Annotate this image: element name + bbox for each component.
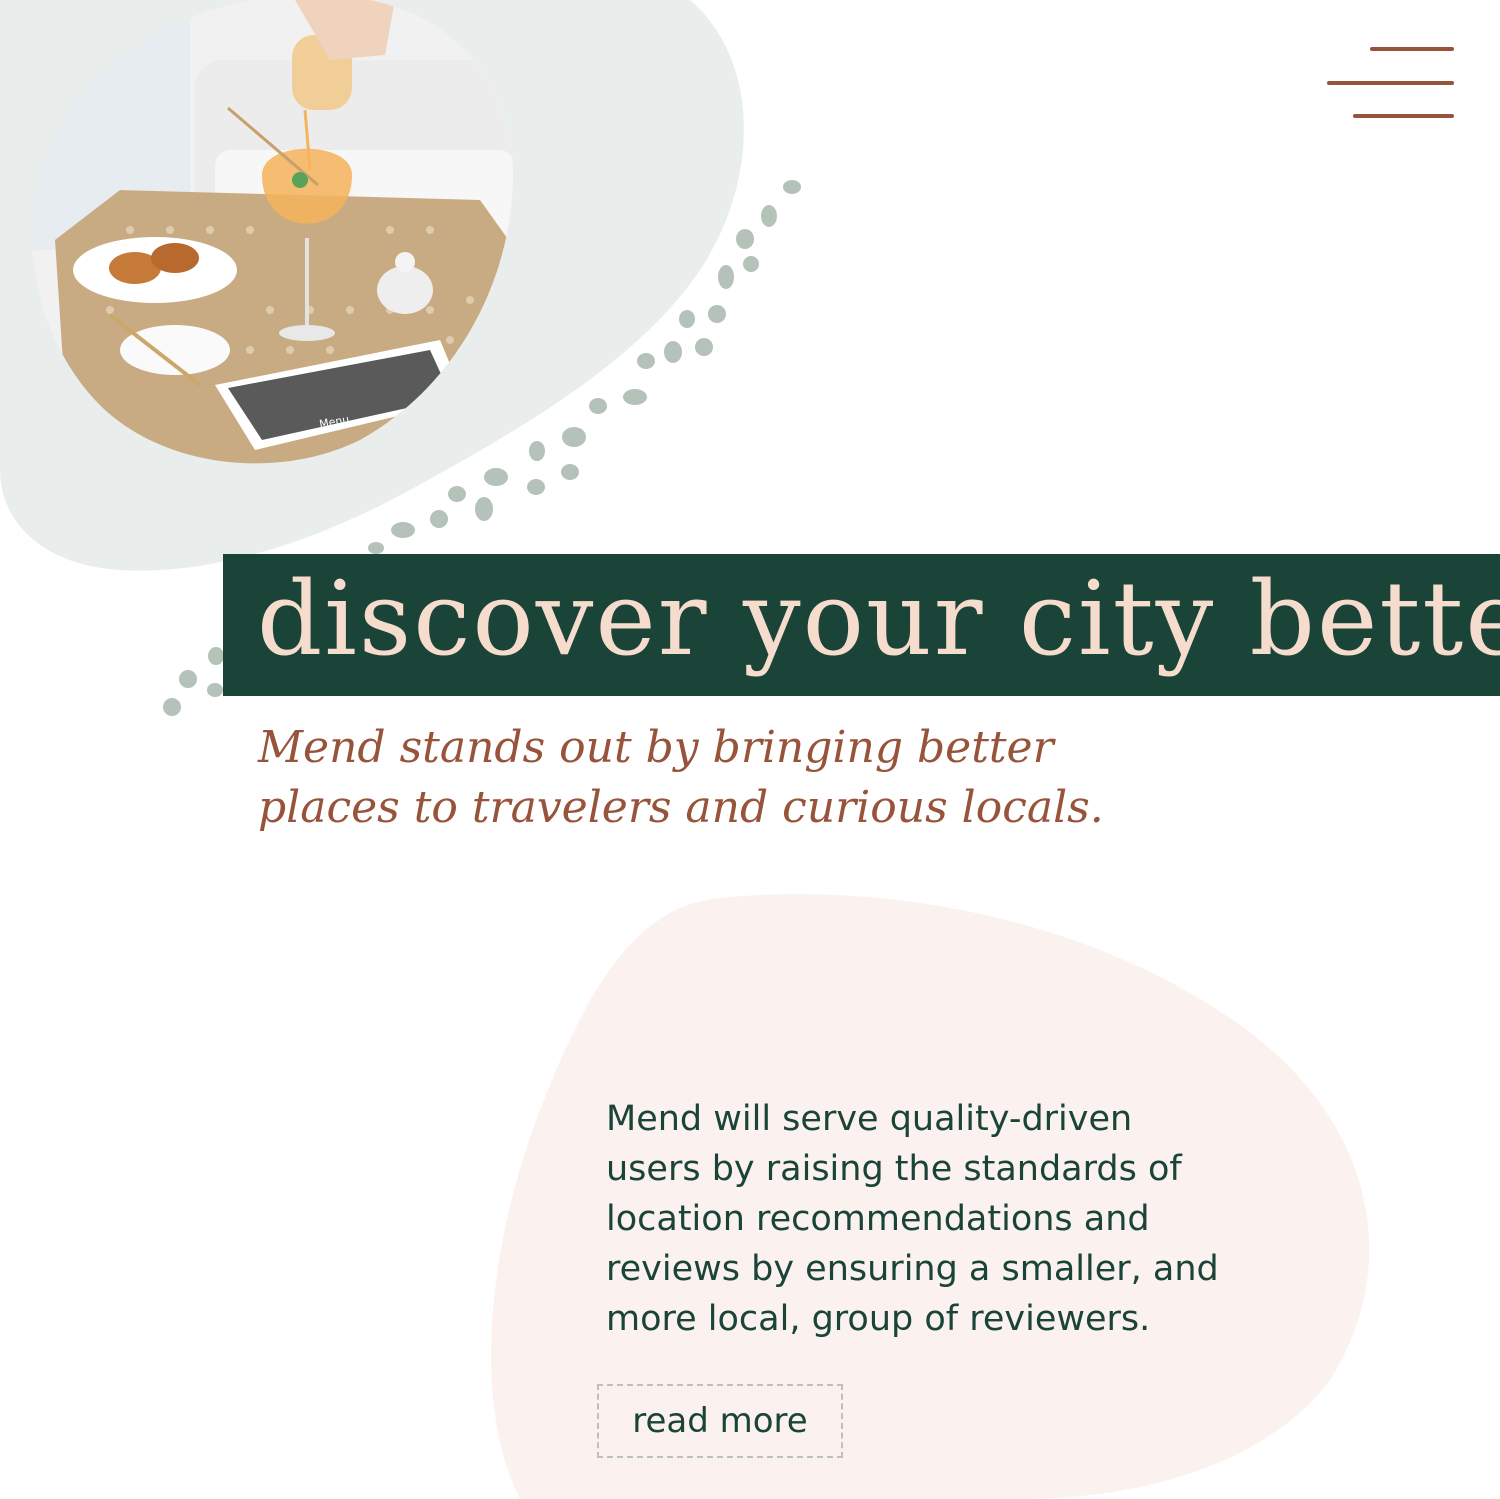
about-description: Mend will serve quality-driven users by …	[606, 1094, 1366, 1344]
subtitle-line: Mend stands out by bringing better	[258, 722, 1054, 773]
description-line: more local, group of reviewers.	[606, 1299, 1151, 1339]
hamburger-menu-icon[interactable]	[1320, 40, 1460, 124]
hero-title: discover your city better	[257, 560, 1500, 679]
hero-banner: discover your city better	[223, 554, 1500, 696]
menu-bar	[1353, 114, 1454, 118]
menu-bar	[1370, 47, 1454, 51]
description-line: users by raising the standards of	[606, 1149, 1182, 1189]
description-line: Mend will serve quality-driven	[606, 1099, 1133, 1139]
menu-bar	[1327, 81, 1454, 85]
read-more-button[interactable]: read more	[597, 1384, 843, 1458]
hero-subtitle: Mend stands out by bringing better place…	[258, 718, 1208, 838]
subtitle-line: places to travelers and curious locals.	[258, 782, 1104, 833]
description-line: location recommendations and	[606, 1199, 1150, 1239]
description-line: reviews by ensuring a smaller, and	[606, 1249, 1219, 1289]
